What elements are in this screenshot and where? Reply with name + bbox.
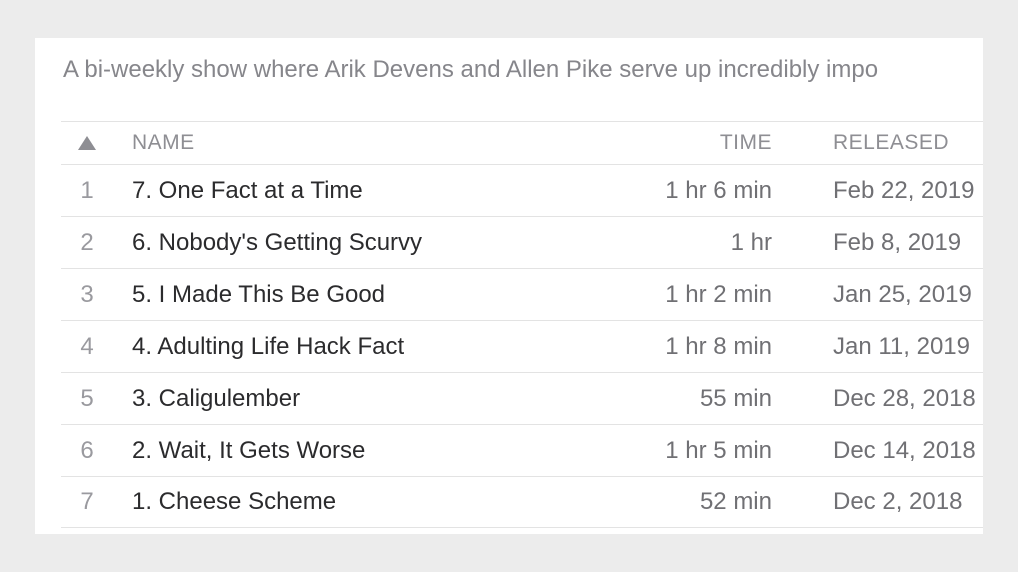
episode-release-date: Jan 11, 2019 bbox=[833, 332, 971, 360]
column-header-time[interactable]: TIME bbox=[581, 122, 772, 164]
table-row[interactable]: 7 1. Cheese Scheme 52 min Dec 2, 2018 bbox=[61, 476, 983, 528]
column-header-released[interactable]: RELEASED bbox=[833, 122, 983, 164]
episode-duration: 1 hr 6 min bbox=[665, 176, 772, 204]
episode-duration: 1 hr 5 min bbox=[665, 436, 772, 464]
episode-number: 6 bbox=[80, 436, 94, 464]
episode-number: 3 bbox=[80, 280, 94, 308]
table-row[interactable]: 3 5. I Made This Be Good 1 hr 2 min Jan … bbox=[61, 268, 983, 320]
table-row[interactable]: 6 2. Wait, It Gets Worse 1 hr 5 min Dec … bbox=[61, 424, 983, 476]
episode-release-date: Feb 8, 2019 bbox=[833, 228, 962, 256]
episodes-table: NAME TIME RELEASED 1 7. One Fact at a Ti… bbox=[61, 121, 983, 528]
episode-title[interactable]: 5. I Made This Be Good bbox=[132, 281, 385, 309]
episode-duration: 1 hr 8 min bbox=[665, 332, 772, 360]
sort-ascending-icon[interactable] bbox=[78, 136, 96, 150]
episode-title[interactable]: 4. Adulting Life Hack Fact bbox=[132, 333, 404, 361]
episode-duration: 52 min bbox=[699, 488, 772, 515]
episode-number: 7 bbox=[80, 488, 94, 515]
episode-duration: 1 hr 2 min bbox=[665, 280, 772, 308]
episode-number: 1 bbox=[80, 176, 94, 204]
episode-title[interactable]: 2. Wait, It Gets Worse bbox=[132, 437, 365, 465]
show-description: A bi-weekly show where Arik Devens and A… bbox=[63, 56, 879, 83]
episode-release-date: Dec 2, 2018 bbox=[833, 488, 963, 515]
episode-release-date: Jan 25, 2019 bbox=[833, 280, 972, 308]
episode-title[interactable]: 1. Cheese Scheme bbox=[132, 488, 336, 516]
episode-number: 4 bbox=[80, 332, 94, 360]
episode-release-date: Dec 28, 2018 bbox=[833, 384, 976, 412]
episode-duration: 55 min bbox=[699, 384, 772, 412]
table-row[interactable]: 4 4. Adulting Life Hack Fact 1 hr 8 min … bbox=[61, 320, 983, 372]
sort-column-header[interactable] bbox=[61, 122, 113, 164]
episode-release-date: Dec 14, 2018 bbox=[833, 436, 976, 464]
table-row[interactable]: 5 3. Caligulember 55 min Dec 28, 2018 bbox=[61, 372, 983, 424]
episode-number: 5 bbox=[80, 384, 94, 412]
episode-title[interactable]: 7. One Fact at a Time bbox=[132, 177, 363, 205]
episode-title[interactable]: 3. Caligulember bbox=[132, 385, 300, 413]
column-header-name[interactable]: NAME bbox=[132, 122, 602, 164]
episode-number: 2 bbox=[80, 228, 94, 256]
table-row[interactable]: 1 7. One Fact at a Time 1 hr 6 min Feb 2… bbox=[61, 164, 983, 216]
table-header: NAME TIME RELEASED bbox=[61, 121, 983, 164]
table-row[interactable]: 2 6. Nobody's Getting Scurvy 1 hr Feb 8,… bbox=[61, 216, 983, 268]
podcast-episodes-panel: A bi-weekly show where Arik Devens and A… bbox=[35, 38, 983, 534]
episode-title[interactable]: 6. Nobody's Getting Scurvy bbox=[132, 229, 422, 257]
episode-duration: 1 hr bbox=[730, 228, 772, 256]
episode-release-date: Feb 22, 2019 bbox=[833, 176, 975, 204]
